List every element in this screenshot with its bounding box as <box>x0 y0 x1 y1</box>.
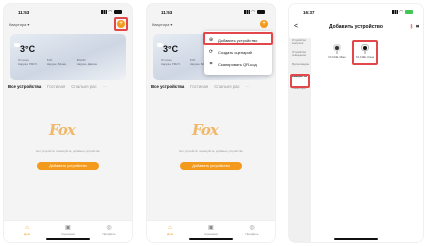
profile-icon: ◎ <box>249 225 255 231</box>
scenes-icon: ▣ <box>208 225 214 231</box>
weather-details: Отлично Наружн. PM2.5 51% Наружн. Влажн. <box>161 59 210 67</box>
status-icons: ◠ <box>391 9 413 14</box>
battery-icon <box>257 10 265 14</box>
scene-icon: ⟳ <box>208 49 214 55</box>
header: < Добавить устройство ᛒ ⌗ <box>289 21 423 33</box>
nav-profile[interactable]: ◎ Профиль <box>96 225 122 236</box>
tab-all-devices[interactable]: Все устройства <box>8 84 41 89</box>
temperature: 3°C <box>163 44 179 54</box>
room-tabs: Все устройства Гостиная Спальня рас ··· <box>8 84 107 89</box>
profile-icon: ◎ <box>106 225 112 231</box>
qr-scan-icon: ⌗ <box>209 61 213 67</box>
camera-icon <box>332 44 342 55</box>
nav-profile[interactable]: ◎ Профиль <box>239 225 265 236</box>
tab-living-room[interactable]: Гостиная <box>190 84 208 89</box>
battery-icon <box>405 10 413 14</box>
battery-icon <box>114 10 122 14</box>
phone-screen-menu: 11:53 ◠ Квартира ▾ + 3°C Отлично Наружн. … <box>147 4 275 242</box>
highlight-category <box>290 74 310 88</box>
category-item[interactable]: Устройство освещения <box>289 50 311 62</box>
device-name: FX-C10E, Мини <box>328 56 346 59</box>
add-device-button[interactable]: Добавить устройство <box>37 162 99 170</box>
home-selector[interactable]: Квартира ▾ <box>152 22 172 27</box>
back-icon[interactable]: < <box>294 21 298 33</box>
empty-message: Нет устройств, пожалуйста, добавьте устр… <box>36 149 100 153</box>
empty-message: Нет устройств, пожалуйста, добавьте устр… <box>179 149 243 153</box>
device-grid: FX-C10E, Мини FX-C10E, Улица <box>313 38 423 242</box>
status-bar: 11:53 ◠ <box>4 9 132 17</box>
highlight-add-button <box>114 17 128 31</box>
tab-living-room[interactable]: Гостиная <box>47 84 65 89</box>
home-icon: ⌂ <box>168 225 172 231</box>
bottom-nav: ⌂ Дом ▣ Сценарии ◎ Профиль <box>4 220 132 242</box>
home-selector[interactable]: Квартира ▾ <box>9 22 29 27</box>
humidity-col: 51% Наружн. Влажн. <box>46 59 67 66</box>
category-list: Устройство контроля Устройство освещения… <box>289 38 311 242</box>
category-item[interactable]: Устройство контроля <box>289 38 311 50</box>
status-icons: ◠ <box>243 9 265 14</box>
wifi-icon: ◠ <box>399 9 403 14</box>
fox-logo: Fox <box>192 121 219 139</box>
tab-bedroom[interactable]: Спальня рас <box>71 84 96 89</box>
highlight-add-device <box>203 32 273 45</box>
header-actions: ᛒ ⌗ <box>410 21 419 33</box>
nav-scenes[interactable]: ▣ Сценарии <box>198 225 224 236</box>
nav-home[interactable]: ⌂ Дом <box>14 225 40 236</box>
home-indicator <box>189 238 233 240</box>
tab-all-devices[interactable]: Все устройства <box>151 84 184 89</box>
weather-details: Отлично Наружн. PM2.5 51% Наружн. Влажн. 9… <box>18 59 98 67</box>
signal-icon <box>243 10 250 14</box>
add-device-button[interactable]: Добавить устройство <box>180 162 242 170</box>
device-item[interactable]: FX-C10E, Мини <box>327 44 347 59</box>
nav-home[interactable]: ⌂ Дом <box>157 225 183 236</box>
wifi-icon: ◠ <box>251 9 255 14</box>
pm25-col: Отлично Наружн. PM2.5 <box>18 59 37 66</box>
home-indicator <box>334 238 378 240</box>
more-tabs-icon[interactable]: ··· <box>103 84 107 89</box>
home-icon: ⌂ <box>25 225 29 231</box>
bluetooth-icon[interactable]: ᛒ <box>410 21 413 33</box>
fox-logo: Fox <box>49 121 76 139</box>
phone-screen-add-device: 16:37 ◠ < Добавить устройство ᛒ ⌗ Устрой… <box>289 4 423 242</box>
home-indicator <box>46 238 90 240</box>
phone-screen-home: 11:53 ◠ Квартира ▾ + 3°C Отлично Наружн. … <box>4 4 132 242</box>
signal-icon <box>100 10 107 14</box>
status-time: 11:53 <box>161 10 173 15</box>
room-tabs: Все устройства Гостиная Спальня рас ··· <box>151 84 250 89</box>
menu-scan-qr[interactable]: ⌗ Сканировать QR-код <box>208 58 268 70</box>
bottom-nav: ⌂ Дом ▣ Сценарии ◎ Профиль <box>147 220 275 242</box>
status-bar: 11:53 ◠ <box>147 9 275 17</box>
add-button[interactable]: + <box>260 20 268 28</box>
status-icons: ◠ <box>100 9 122 14</box>
wifi-icon: ◠ <box>108 9 112 14</box>
pressure-col: 99Lb/Кт Наружн. Давлен. <box>76 59 98 66</box>
weather-card: 3°C Отлично Наружн. PM2.5 51% Наружн. Влаж… <box>10 34 126 80</box>
more-tabs-icon[interactable]: ··· <box>246 84 250 89</box>
status-time: 11:53 <box>18 10 30 15</box>
status-bar: 16:37 ◠ <box>289 9 423 17</box>
pm25-col: Отлично Наружн. PM2.5 <box>161 59 180 66</box>
page-title: Добавить устройство <box>329 24 383 30</box>
menu-create-scene[interactable]: ⟳ Создать сценарий <box>208 46 268 58</box>
signal-icon <box>391 10 398 14</box>
temperature: 3°C <box>20 44 36 54</box>
scan-icon[interactable]: ⌗ <box>416 21 419 33</box>
nav-scenes[interactable]: ▣ Сценарии <box>55 225 81 236</box>
tab-bedroom[interactable]: Спальня рас <box>214 84 239 89</box>
highlight-device <box>352 40 378 65</box>
status-time: 16:37 <box>303 10 315 15</box>
category-item[interactable]: Мультимедиа <box>289 62 311 74</box>
scenes-icon: ▣ <box>65 225 71 231</box>
